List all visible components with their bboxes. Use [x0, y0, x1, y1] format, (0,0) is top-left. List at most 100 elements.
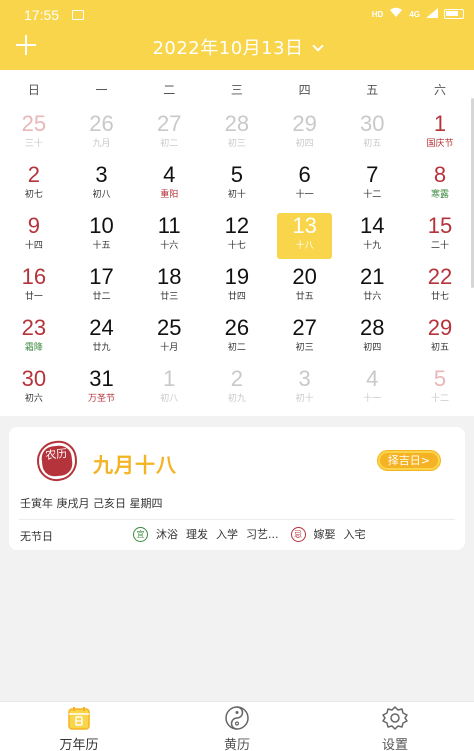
lunar-day: 十六: [160, 241, 179, 251]
weekday-label: 三: [230, 82, 243, 97]
calendar-day[interactable]: 23 霜降: [0, 312, 68, 363]
yi-ji-row[interactable]: 宜 沐浴 理发 入学 习艺... 忌 嫁娶 入宅: [133, 526, 366, 542]
ji-badge: 忌: [290, 526, 306, 542]
calendar-day[interactable]: 24 廿九: [68, 312, 136, 363]
lunar-day: 初四: [295, 139, 314, 149]
lunar-day: 十七: [227, 241, 246, 251]
calendar-day-selected[interactable]: 13 十八: [276, 213, 333, 259]
calendar-day[interactable]: 2 初七: [0, 159, 68, 210]
yin-yang-icon: [225, 706, 249, 730]
calendar-day[interactable]: 5 十二: [406, 363, 474, 414]
calendar-day[interactable]: 7 十二: [338, 159, 406, 210]
signal-icon: [426, 7, 438, 21]
calendar-day[interactable]: 31 万圣节: [68, 363, 136, 414]
calendar-day[interactable]: 6 十一: [271, 159, 339, 210]
calendar-day[interactable]: 11 十六: [135, 210, 203, 261]
calendar-day[interactable]: 28 初三: [203, 108, 271, 159]
day-number: 10: [89, 213, 114, 238]
calendar-day[interactable]: 26 九月: [68, 108, 136, 159]
weekday-label: 四: [298, 82, 311, 97]
date-picker-toggle[interactable]: 2022年10月13日: [0, 34, 474, 60]
nav-item-settings[interactable]: 设置: [316, 702, 474, 751]
festival-text: 无节日: [20, 530, 53, 543]
calendar-day[interactable]: 5 初十: [203, 159, 271, 210]
day-number: 21: [360, 264, 385, 289]
day-detail-card: 农历 九月十八 择吉日> 壬寅年 庚戌月 己亥日 星期四 无节日 宜 沐浴 理发…: [9, 427, 465, 550]
lunar-day: 初十: [227, 190, 246, 200]
lunar-day: 廿六: [363, 292, 382, 302]
lunar-day: 九月: [92, 139, 111, 149]
day-number: 28: [360, 315, 385, 340]
auspicious-day-button[interactable]: 择吉日>: [377, 451, 440, 470]
calendar-day[interactable]: 22 廿七: [406, 261, 474, 312]
calendar-day[interactable]: 12 十七: [203, 210, 271, 261]
calendar-day[interactable]: 14 十九: [338, 210, 406, 261]
lunar-day: 十一: [363, 394, 382, 404]
calendar-day[interactable]: 4 重阳: [135, 159, 203, 210]
calendar-day[interactable]: 27 初二: [135, 108, 203, 159]
lunar-day: 初五: [430, 343, 449, 353]
lunar-day: 廿三: [160, 292, 179, 302]
lunar-day: 十九: [363, 241, 382, 251]
lunar-day: 初八: [92, 190, 111, 200]
calendar-day[interactable]: 26 初二: [203, 312, 271, 363]
calendar-day[interactable]: 4 十一: [338, 363, 406, 414]
day-number: 31: [89, 366, 114, 391]
lunar-day: 十二: [430, 394, 449, 404]
calendar-day[interactable]: 25 十月: [135, 312, 203, 363]
calendar-day[interactable]: 29 初五: [406, 312, 474, 363]
calendar-day[interactable]: 2 初九: [203, 363, 271, 414]
nav-item-calendar[interactable]: 万年历: [0, 702, 158, 751]
weekday-label: 五: [366, 82, 379, 97]
calendar-day[interactable]: 18 廿三: [135, 261, 203, 312]
calendar-day[interactable]: 19 廿四: [203, 261, 271, 312]
lunar-day: 廿七: [430, 292, 449, 302]
network-type: HD: [371, 9, 384, 19]
calendar-day[interactable]: 30 初六: [0, 363, 68, 414]
day-number: 18: [156, 264, 182, 289]
calendar-day[interactable]: 3 初八: [68, 159, 136, 210]
lunar-day: 霜降: [24, 343, 43, 353]
calendar-day[interactable]: 27 初三: [271, 312, 339, 363]
nav-item-almanac[interactable]: 黄历: [158, 702, 316, 751]
lunar-day: 初三: [295, 343, 314, 353]
calendar-day[interactable]: 1 初八: [135, 363, 203, 414]
ganzhi-text: 壬寅年 庚戌月 己亥日 星期四: [20, 497, 163, 510]
month-calendar: 日一二三四五六 25 三十 26 九月 27 初二 28 初三 29 初四 30 初五 1 国庆节 2 初七 3…: [0, 70, 474, 416]
calendar-day[interactable]: 20 廿五: [271, 261, 339, 312]
day-number: 5: [433, 366, 447, 391]
day-number: 13: [292, 213, 317, 238]
lunar-day: 初五: [363, 139, 382, 149]
lunar-day: 初二: [227, 343, 246, 353]
calendar-day[interactable]: 9 十四: [0, 210, 68, 261]
calendar-day[interactable]: 15 二十: [406, 210, 474, 261]
calendar-day[interactable]: 8 寒露: [406, 159, 474, 210]
status-time: 17:55: [24, 7, 60, 23]
calendar-day[interactable]: 29 初四: [271, 108, 339, 159]
calendar-day[interactable]: 17 廿二: [68, 261, 136, 312]
calendar-day[interactable]: 21 廿六: [338, 261, 406, 312]
calendar-day[interactable]: 16 廿一: [0, 261, 68, 312]
bottom-navigation: 万年历 黄历 设置: [0, 701, 474, 751]
lunar-day: 初四: [363, 343, 382, 353]
calendar-day[interactable]: 10 十五: [68, 210, 136, 261]
day-number: 4: [366, 366, 379, 391]
ji-item: 嫁娶: [313, 528, 336, 541]
lunar-day: 廿四: [227, 292, 246, 302]
seal-text: 农历: [40, 444, 74, 478]
lunar-day: 初三: [227, 139, 246, 149]
lunar-day: 初七: [24, 190, 43, 200]
calendar-day[interactable]: 30 初五: [338, 108, 406, 159]
weekday-label: 六: [433, 82, 446, 97]
calendar-day[interactable]: 3 初十: [271, 363, 339, 414]
day-number: 3: [298, 366, 311, 391]
day-number: 20: [292, 264, 317, 289]
lunar-day: 廿一: [24, 292, 43, 302]
nav-label: 设置: [381, 738, 408, 751]
calendar-day[interactable]: 25 三十: [0, 108, 68, 159]
calendar-day[interactable]: 1 国庆节: [406, 108, 474, 159]
day-number: 25: [156, 315, 182, 340]
day-number: 29: [292, 111, 317, 136]
lunar-day: 初八: [160, 394, 179, 404]
calendar-day[interactable]: 28 初四: [338, 312, 406, 363]
